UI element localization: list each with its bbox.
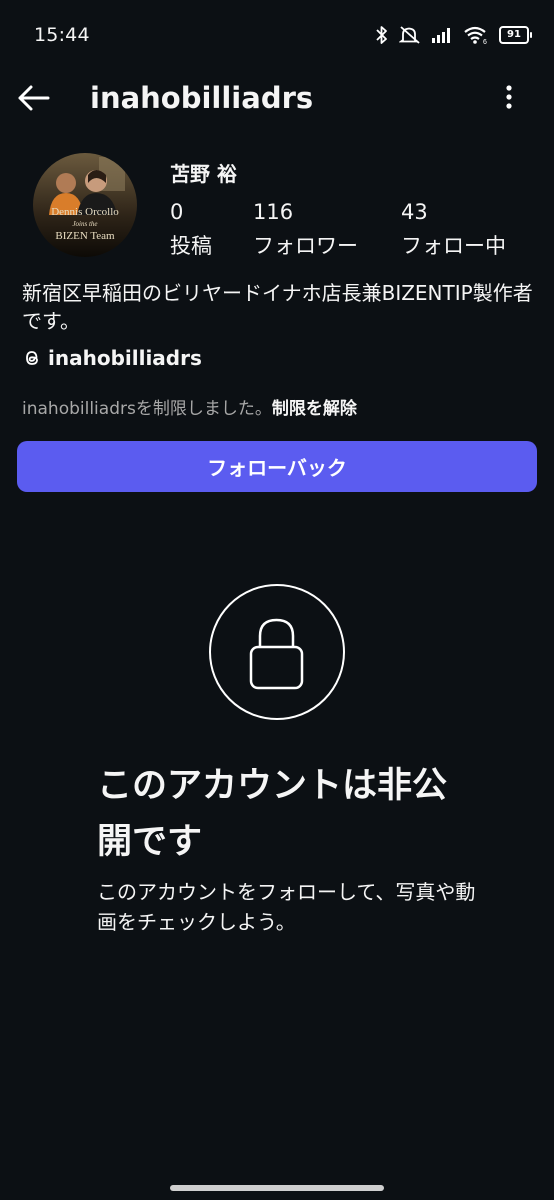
status-icons: 6 91 <box>375 24 532 46</box>
profile-username-title: inahobilliadrs <box>90 81 314 115</box>
more-options-button[interactable] <box>494 80 524 118</box>
stat-following[interactable]: 43 フォロー中 <box>401 200 506 260</box>
stat-followers[interactable]: 116 フォロワー <box>253 200 358 260</box>
wifi-icon: 6 <box>464 26 487 45</box>
threads-link[interactable]: inahobilliadrs <box>22 346 202 370</box>
followers-count: 116 <box>253 200 294 224</box>
following-count: 43 <box>401 200 428 224</box>
unrestrict-link[interactable]: 制限を解除 <box>272 399 357 419</box>
profile-avatar[interactable]: Dennis Orcollo Joins the BIZEN Team <box>33 153 137 257</box>
following-label: フォロー中 <box>401 234 506 258</box>
avatar-caption: Dennis Orcollo Joins the BIZEN Team <box>51 206 119 242</box>
private-account-title: このアカウントは非公開です <box>97 766 448 862</box>
follow-back-button[interactable]: フォローバック <box>17 441 537 492</box>
bluetooth-icon <box>376 26 387 44</box>
threads-icon <box>26 351 38 365</box>
mute-icon <box>399 26 420 44</box>
signal-icon <box>432 28 450 43</box>
more-vertical-icon <box>506 85 512 109</box>
followers-label: フォロワー <box>253 234 358 258</box>
battery-level: 91 <box>499 26 529 44</box>
private-lock-badge <box>209 584 345 720</box>
back-arrow-icon <box>18 85 50 111</box>
profile-bio: 新宿区早稲田のビリヤードイナホ店長兼BIZENTIP製作者です。 <box>22 281 533 333</box>
restricted-text: inahobilliadrsを制限しました。 <box>22 399 272 419</box>
display-name: 苫野 裕 <box>170 162 237 186</box>
posts-label: 投稿 <box>170 234 212 258</box>
stat-posts[interactable]: 0 投稿 <box>170 200 212 260</box>
battery-icon: 91 <box>499 26 532 44</box>
status-time: 15:44 <box>34 24 90 46</box>
svg-text:6: 6 <box>483 39 487 45</box>
back-button[interactable] <box>14 78 54 118</box>
gesture-nav-handle[interactable] <box>170 1185 384 1191</box>
restricted-notice: inahobilliadrsを制限しました。制限を解除 <box>22 394 357 419</box>
lock-icon <box>249 618 304 690</box>
threads-handle: inahobilliadrs <box>48 346 202 370</box>
posts-count: 0 <box>170 200 184 224</box>
private-account-description: このアカウントをフォローして、写真や動画をチェックしよう。 <box>97 880 476 934</box>
